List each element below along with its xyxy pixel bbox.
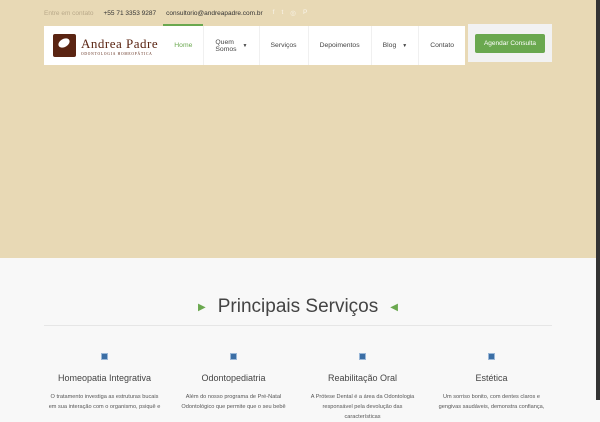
- service-icon: [101, 353, 108, 360]
- schedule-button[interactable]: Agendar Consulta: [474, 33, 546, 53]
- triangle-left-icon: ◀: [390, 301, 398, 313]
- service-card: Homeopatia Integrativa O tratamento inves…: [40, 347, 169, 422]
- chevron-down-icon: ▼: [242, 42, 248, 49]
- nav-contato[interactable]: Contato: [419, 26, 465, 65]
- pinterest-icon[interactable]: P: [303, 9, 307, 17]
- top-bar: Entre em contato +55 71 3353 9287 consul…: [44, 9, 307, 17]
- contact-label: Entre em contato: [44, 9, 94, 17]
- logo-name: Andrea Padre: [81, 35, 159, 51]
- nav-blog[interactable]: Blog ▼: [372, 26, 420, 65]
- scrollbar[interactable]: [596, 0, 600, 400]
- logo-subtitle: ODONTOLOGIA HOMEOPÁTICA: [81, 51, 153, 56]
- logo[interactable]: Andrea Padre ODONTOLOGIA HOMEOPÁTICA: [53, 34, 163, 57]
- twitter-icon[interactable]: t: [281, 9, 283, 17]
- service-icon: [488, 353, 495, 360]
- service-icon: [359, 353, 366, 360]
- divider: [44, 325, 552, 326]
- phone-link[interactable]: +55 71 3353 9287: [104, 10, 157, 17]
- nav-servicos[interactable]: Serviços: [260, 26, 309, 65]
- nav-home[interactable]: Home: [163, 24, 205, 65]
- facebook-icon[interactable]: f: [273, 9, 275, 17]
- service-card: Estética Um sorriso bonito, com dentes cl…: [427, 347, 556, 422]
- logo-icon: [53, 34, 76, 57]
- instagram-icon[interactable]: ◎: [290, 9, 296, 17]
- chevron-down-icon: ▼: [402, 42, 408, 49]
- triangle-right-icon: ▶: [198, 301, 206, 313]
- service-card: Reabilitação Oral A Prótese Dental é a ár…: [298, 347, 427, 422]
- service-card: Odontopediatria Além do nosso programa de…: [169, 347, 298, 422]
- email-link[interactable]: consultorio@andreapadre.com.br: [166, 10, 263, 17]
- nav-quem-somos[interactable]: Quem Somos ▼: [204, 26, 260, 65]
- main-nav: Andrea Padre ODONTOLOGIA HOMEOPÁTICA Hom…: [44, 24, 465, 65]
- nav-depoimentos[interactable]: Depoimentos: [309, 26, 372, 65]
- service-icon: [230, 353, 237, 360]
- section-title: ▶ Principais Serviços ◀: [198, 296, 398, 317]
